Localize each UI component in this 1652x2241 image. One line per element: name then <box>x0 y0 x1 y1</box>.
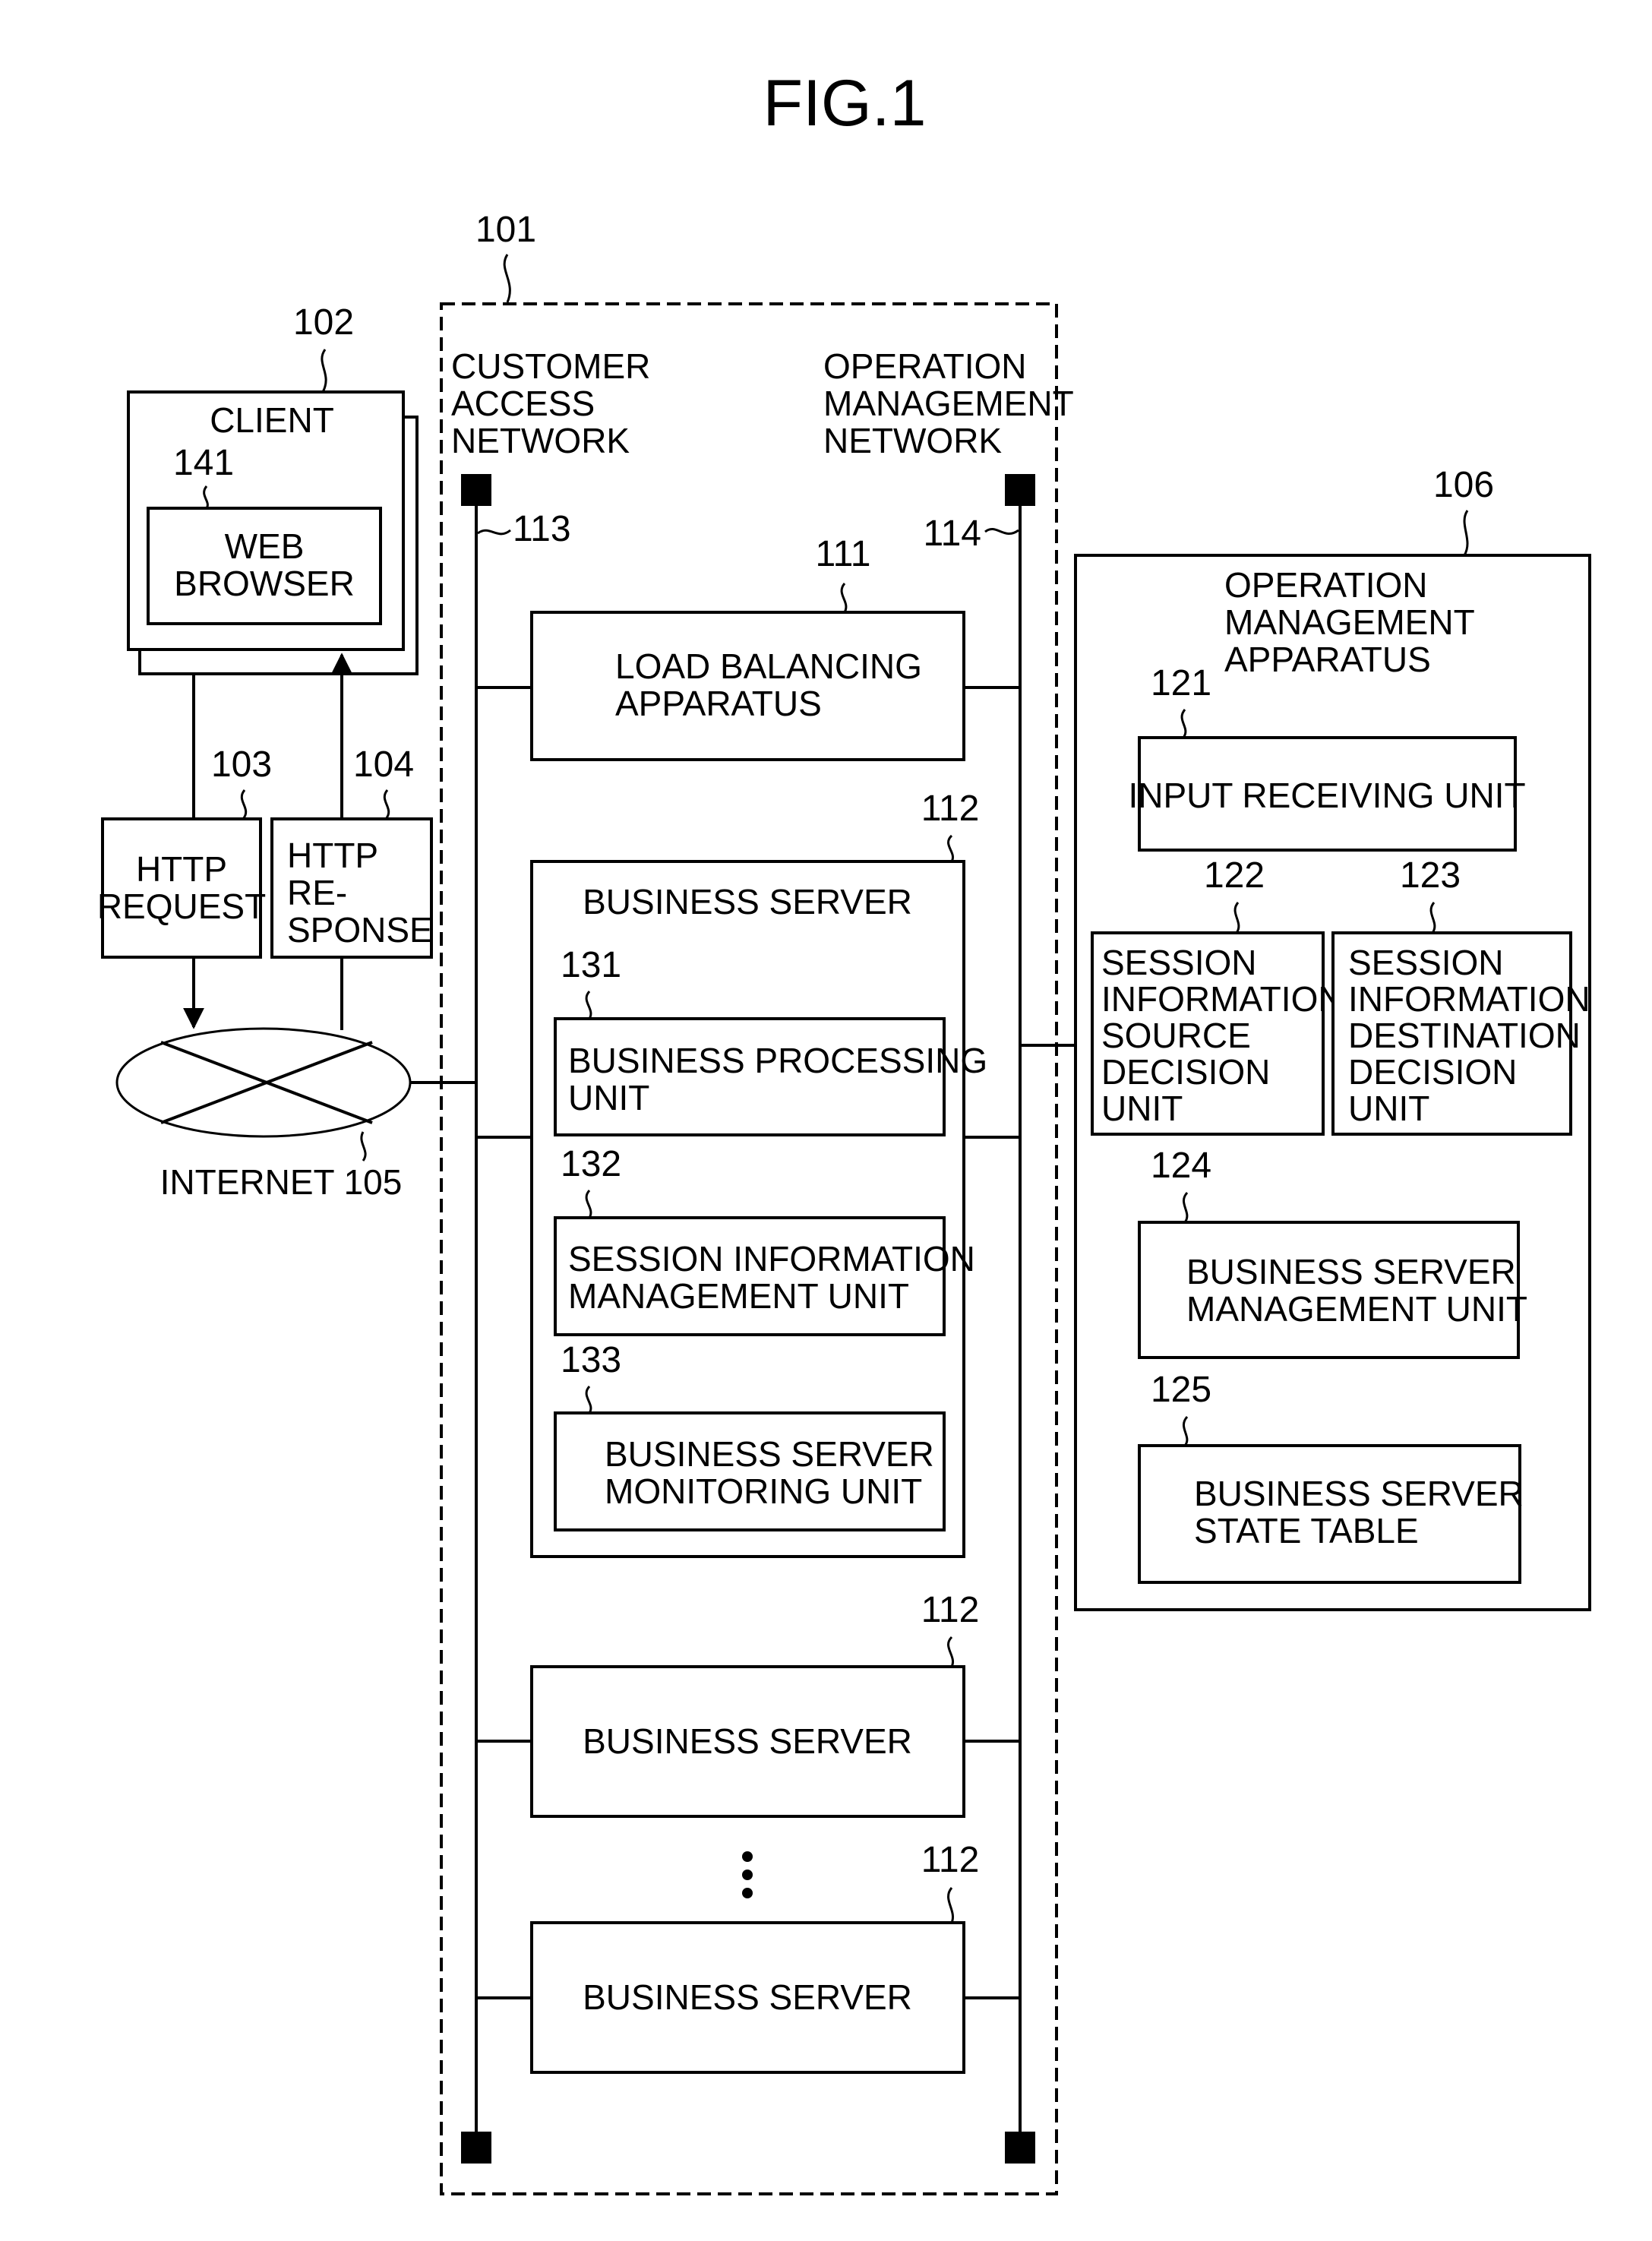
ref-104: 104 <box>353 744 414 785</box>
ref-131: 131 <box>561 945 621 985</box>
svg-text:BUSINESS SERVER: BUSINESS SERVER <box>1186 1252 1516 1291</box>
business-server-label: BUSINESS SERVER <box>583 882 912 921</box>
svg-text:SESSION: SESSION <box>1101 943 1257 982</box>
ref-102: 102 <box>293 302 354 343</box>
figure-canvas: FIG.1 101 CUSTOMER ACCESS NETWORK OPERAT… <box>97 67 1591 2195</box>
ref-132: 132 <box>561 1144 621 1184</box>
svg-text:CUSTOMER: CUSTOMER <box>451 346 650 386</box>
figure-title: FIG.1 <box>763 67 926 140</box>
svg-text:REQUEST: REQUEST <box>97 887 266 926</box>
leader-106 <box>1463 510 1469 556</box>
ref-114: 114 <box>923 514 981 554</box>
internet-label: INTERNET 105 <box>160 1162 403 1202</box>
ref-133: 133 <box>561 1340 621 1380</box>
svg-text:MONITORING UNIT: MONITORING UNIT <box>605 1471 922 1511</box>
ref-125: 125 <box>1151 1370 1211 1410</box>
bus-terminator-top <box>1005 474 1035 506</box>
svg-text:SPONSE: SPONSE <box>287 910 433 950</box>
leader-104 <box>383 789 390 820</box>
svg-text:DESTINATION: DESTINATION <box>1348 1016 1581 1055</box>
ref-112: 112 <box>921 1590 980 1630</box>
client: 102 CLIENT 141 WEB BROWSER <box>127 302 419 675</box>
svg-text:NETWORK: NETWORK <box>823 421 1002 460</box>
ellipsis-dot <box>742 1870 753 1880</box>
bus-terminator-bottom <box>461 2132 491 2164</box>
ref-112: 112 <box>921 789 980 829</box>
ref-101: 101 <box>475 210 536 250</box>
svg-text:UNIT: UNIT <box>1348 1089 1429 1128</box>
bus-terminator-bottom <box>1005 2132 1035 2164</box>
svg-text:APPARATUS: APPARATUS <box>615 684 822 723</box>
http-response: 104 HTTP RE- SPONSE <box>270 744 433 959</box>
ref-122: 122 <box>1204 855 1265 896</box>
svg-text:INPUT RECEIVING UNIT: INPUT RECEIVING UNIT <box>1128 776 1525 815</box>
customer-access-network-label: CUSTOMER ACCESS NETWORK <box>451 346 650 460</box>
svg-text:WEB: WEB <box>225 526 305 566</box>
business-server-detailed: 112 BUSINESS SERVER 131 BUSINESS PROCESS… <box>476 789 1020 1558</box>
ref-121: 121 <box>1151 663 1211 703</box>
svg-text:BROWSER: BROWSER <box>174 564 355 603</box>
svg-text:UNIT: UNIT <box>568 1078 649 1117</box>
more-servers-ellipsis <box>742 1851 753 1898</box>
operation-management-apparatus: 106 OPERATION MANAGEMENT APPARATUS 121 I… <box>1020 465 1591 1611</box>
svg-text:OPERATION: OPERATION <box>823 346 1027 386</box>
http-request: 103 HTTP REQUEST <box>97 744 272 959</box>
svg-text:HTTP: HTTP <box>136 849 227 889</box>
svg-text:SESSION INFORMATION: SESSION INFORMATION <box>568 1239 975 1279</box>
leader-102 <box>321 349 327 393</box>
svg-text:STATE TABLE: STATE TABLE <box>1194 1511 1419 1550</box>
ref-111: 111 <box>816 534 871 574</box>
svg-text:MANAGEMENT UNIT: MANAGEMENT UNIT <box>1186 1289 1527 1329</box>
ref-103: 103 <box>211 744 272 785</box>
svg-text:OPERATION: OPERATION <box>1224 565 1428 605</box>
bus-terminator-top <box>461 474 491 506</box>
svg-text:APPARATUS: APPARATUS <box>1224 640 1431 679</box>
svg-text:DECISION: DECISION <box>1348 1052 1517 1092</box>
svg-text:BUSINESS SERVER: BUSINESS SERVER <box>605 1434 934 1474</box>
system-101: 101 CUSTOMER ACCESS NETWORK OPERATION MA… <box>440 210 1074 2195</box>
svg-text:BUSINESS SERVER: BUSINESS SERVER <box>583 1977 912 2017</box>
svg-text:INFORMATION: INFORMATION <box>1101 979 1344 1019</box>
client-label: CLIENT <box>210 400 334 440</box>
svg-text:HTTP: HTTP <box>287 836 378 875</box>
business-server-2: BUSINESS SERVER 112 <box>476 1590 1020 1818</box>
ellipsis-dot <box>742 1851 753 1862</box>
svg-text:LOAD BALANCING: LOAD BALANCING <box>615 646 922 686</box>
svg-text:SESSION: SESSION <box>1348 943 1504 982</box>
svg-text:INFORMATION: INFORMATION <box>1348 979 1590 1019</box>
svg-text:DECISION: DECISION <box>1101 1052 1270 1092</box>
ref-123: 123 <box>1400 855 1461 896</box>
svg-text:SOURCE: SOURCE <box>1101 1016 1251 1055</box>
svg-text:MANAGEMENT UNIT: MANAGEMENT UNIT <box>568 1276 909 1316</box>
leader-112 <box>947 834 954 862</box>
leader-112 <box>947 1887 954 1923</box>
load-balancing-apparatus: LOAD BALANCING APPARATUS 111 <box>476 534 1020 761</box>
svg-text:MANAGEMENT: MANAGEMENT <box>823 384 1074 423</box>
leader-113 <box>477 529 511 536</box>
leader-112 <box>947 1636 954 1667</box>
svg-text:BUSINESS SERVER: BUSINESS SERVER <box>1194 1474 1524 1513</box>
leader-101 <box>503 254 511 303</box>
leader-103 <box>240 789 248 820</box>
ref-141: 141 <box>173 443 234 483</box>
leader-105 <box>360 1131 367 1162</box>
ref-124: 124 <box>1151 1146 1211 1186</box>
svg-text:MANAGEMENT: MANAGEMENT <box>1224 602 1475 642</box>
svg-text:BUSINESS SERVER: BUSINESS SERVER <box>583 1721 912 1761</box>
ref-112: 112 <box>921 1840 980 1880</box>
svg-text:ACCESS: ACCESS <box>451 384 595 423</box>
svg-text:RE-: RE- <box>287 873 347 912</box>
svg-text:NETWORK: NETWORK <box>451 421 630 460</box>
operation-management-network-label: OPERATION MANAGEMENT NETWORK <box>823 346 1074 460</box>
svg-text:BUSINESS PROCESSING: BUSINESS PROCESSING <box>568 1041 987 1080</box>
internet: INTERNET 105 <box>115 1027 476 1202</box>
svg-text:UNIT: UNIT <box>1101 1089 1183 1128</box>
ref-106: 106 <box>1433 465 1494 505</box>
ref-113: 113 <box>513 509 571 549</box>
leader-114 <box>984 528 1019 536</box>
leader-111 <box>840 583 848 613</box>
ellipsis-dot <box>742 1888 753 1898</box>
